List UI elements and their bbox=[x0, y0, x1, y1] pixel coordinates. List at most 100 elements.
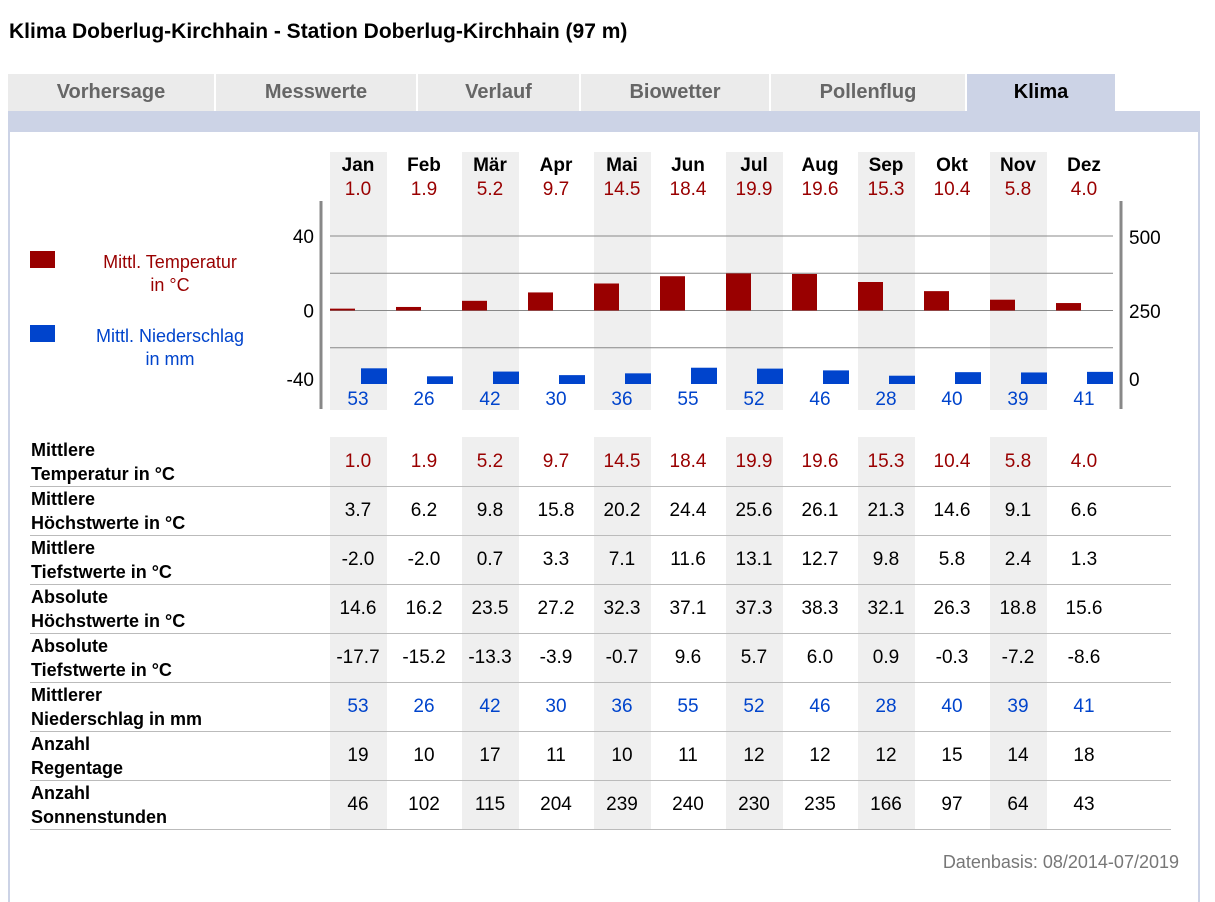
table-cell: 0.7 bbox=[476, 549, 504, 570]
table-cell: -2.0 bbox=[407, 549, 441, 570]
table-cell: 37.3 bbox=[735, 598, 773, 619]
temperature-value-label: 5.8 bbox=[1005, 179, 1031, 200]
month-label: Dez bbox=[1067, 155, 1101, 176]
temperature-value-label: 5.2 bbox=[477, 179, 503, 200]
table-cell: 19.9 bbox=[735, 451, 773, 472]
table-cell: 26 bbox=[413, 696, 435, 717]
table-row-divider bbox=[30, 731, 1171, 732]
table-cell: -0.3 bbox=[935, 647, 969, 668]
table-row-label-line1: Absolute bbox=[31, 636, 109, 656]
table-cell: -17.7 bbox=[336, 647, 380, 668]
table-cell: 11 bbox=[546, 745, 566, 766]
precipitation-bar bbox=[691, 367, 717, 384]
table-cell: 115 bbox=[474, 794, 506, 815]
precipitation-bar bbox=[361, 368, 387, 384]
table-cell: 18.8 bbox=[999, 598, 1037, 619]
table-cell: 25.6 bbox=[735, 500, 773, 521]
table-cell: 14.6 bbox=[933, 500, 971, 521]
table-cell: -2.0 bbox=[341, 549, 375, 570]
temperature-value-label: 9.7 bbox=[543, 179, 569, 200]
table-cell: 10 bbox=[611, 745, 633, 766]
table-row-label-line2: Tiefstwerte in °C bbox=[31, 562, 172, 582]
table-cell: 3.3 bbox=[542, 549, 570, 570]
precipitation-bar bbox=[559, 375, 585, 384]
table-row-divider bbox=[30, 829, 1171, 830]
table-cell: 2.4 bbox=[1004, 549, 1032, 570]
table-cell: 38.3 bbox=[801, 598, 839, 619]
month-label: Apr bbox=[540, 155, 573, 176]
table-cell: 9.1 bbox=[1004, 500, 1032, 521]
table-cell: 5.8 bbox=[938, 549, 966, 570]
table-cell: 12 bbox=[809, 745, 831, 766]
table-cell: 52 bbox=[743, 696, 765, 717]
month-label: Jan bbox=[342, 155, 375, 176]
temperature-value-label: 18.4 bbox=[670, 179, 707, 200]
table-cell: 12 bbox=[875, 745, 897, 766]
table-cell: 19.6 bbox=[801, 451, 839, 472]
table-cell: 11.6 bbox=[670, 549, 706, 570]
table-cell: 19 bbox=[347, 745, 369, 766]
table-row-divider bbox=[30, 486, 1171, 487]
precipitation-bar bbox=[1087, 371, 1113, 384]
temperature-bar bbox=[792, 273, 817, 311]
table-row-label-line1: Anzahl bbox=[31, 734, 91, 754]
right-axis-tick: 0 bbox=[1129, 370, 1140, 391]
table-cell: 26.3 bbox=[933, 598, 971, 619]
temperature-value-label: 19.6 bbox=[802, 179, 839, 200]
temperature-bar bbox=[462, 300, 487, 311]
precipitation-bar bbox=[493, 371, 519, 384]
month-label: Feb bbox=[407, 155, 441, 176]
precipitation-bar bbox=[1021, 372, 1047, 384]
table-cell: 27.2 bbox=[537, 598, 575, 619]
temperature-value-label: 4.0 bbox=[1071, 179, 1097, 200]
precipitation-value-label: 40 bbox=[941, 389, 962, 410]
climate-chart: 40 0 -40 500 250 0 Jan 1.0 53 Feb 1.9 26 Mär 5.2 42 Apr… bbox=[287, 155, 1161, 410]
precipitation-bar bbox=[955, 372, 981, 384]
table-cell: 6.0 bbox=[806, 647, 834, 668]
left-axis-tick: 40 bbox=[293, 227, 314, 248]
precipitation-bar bbox=[625, 373, 651, 384]
temperature-bar bbox=[396, 306, 421, 311]
table-cell: 37.1 bbox=[669, 598, 707, 619]
table-row-label-line2: Sonnenstunden bbox=[31, 807, 167, 827]
precipitation-value-label: 36 bbox=[611, 389, 632, 410]
table-cell: 28 bbox=[875, 696, 897, 717]
table-cell: 53 bbox=[347, 696, 369, 717]
table-cell: 15.3 bbox=[867, 451, 905, 472]
table-row-label: Anzahl Regentage bbox=[31, 732, 123, 780]
table-row-label-line2: Höchstwerte in °C bbox=[31, 611, 186, 631]
temperature-bar bbox=[1056, 303, 1081, 311]
table-cell: 166 bbox=[870, 794, 902, 815]
precipitation-value-label: 53 bbox=[347, 389, 368, 410]
table-cell: 32.1 bbox=[867, 598, 905, 619]
table-cell: 21.3 bbox=[867, 500, 905, 521]
table-cell: 97 bbox=[941, 794, 963, 815]
table-cell: 4.0 bbox=[1070, 451, 1098, 472]
table-cell: -13.3 bbox=[468, 647, 512, 668]
temperature-value-label: 19.9 bbox=[736, 179, 773, 200]
table-row-label: Mittlere Tiefstwerte in °C bbox=[31, 536, 172, 584]
table-cell: 204 bbox=[540, 794, 572, 815]
table-row-label: Mittlerer Niederschlag in mm bbox=[31, 683, 202, 731]
table-cell: 5.8 bbox=[1004, 451, 1032, 472]
precipitation-value-label: 46 bbox=[809, 389, 830, 410]
table-row-label-line1: Mittlere bbox=[31, 440, 96, 460]
table-cell: -0.7 bbox=[605, 647, 639, 668]
month-label: Nov bbox=[1000, 155, 1036, 176]
table-row-label-line2: Höchstwerte in °C bbox=[31, 513, 186, 533]
left-axis-tick: 0 bbox=[303, 302, 314, 323]
table-cell: 9.6 bbox=[674, 647, 702, 668]
table-row-divider bbox=[30, 780, 1171, 781]
table-row-divider bbox=[30, 584, 1171, 585]
table-cell: 16.2 bbox=[405, 598, 443, 619]
table-cell: 55 bbox=[677, 696, 699, 717]
precipitation-bar bbox=[823, 370, 849, 384]
table-cell: 7.1 bbox=[608, 549, 636, 570]
data-basis-note: Datenbasis: 08/2014-07/2019 bbox=[942, 852, 1179, 872]
right-axis-tick: 500 bbox=[1129, 228, 1161, 249]
table-cell: 43 bbox=[1073, 794, 1095, 815]
precipitation-value-label: 26 bbox=[413, 389, 434, 410]
table-cell: 23.5 bbox=[471, 598, 509, 619]
table-cell: 30 bbox=[545, 696, 567, 717]
table-cell: 9.8 bbox=[872, 549, 900, 570]
